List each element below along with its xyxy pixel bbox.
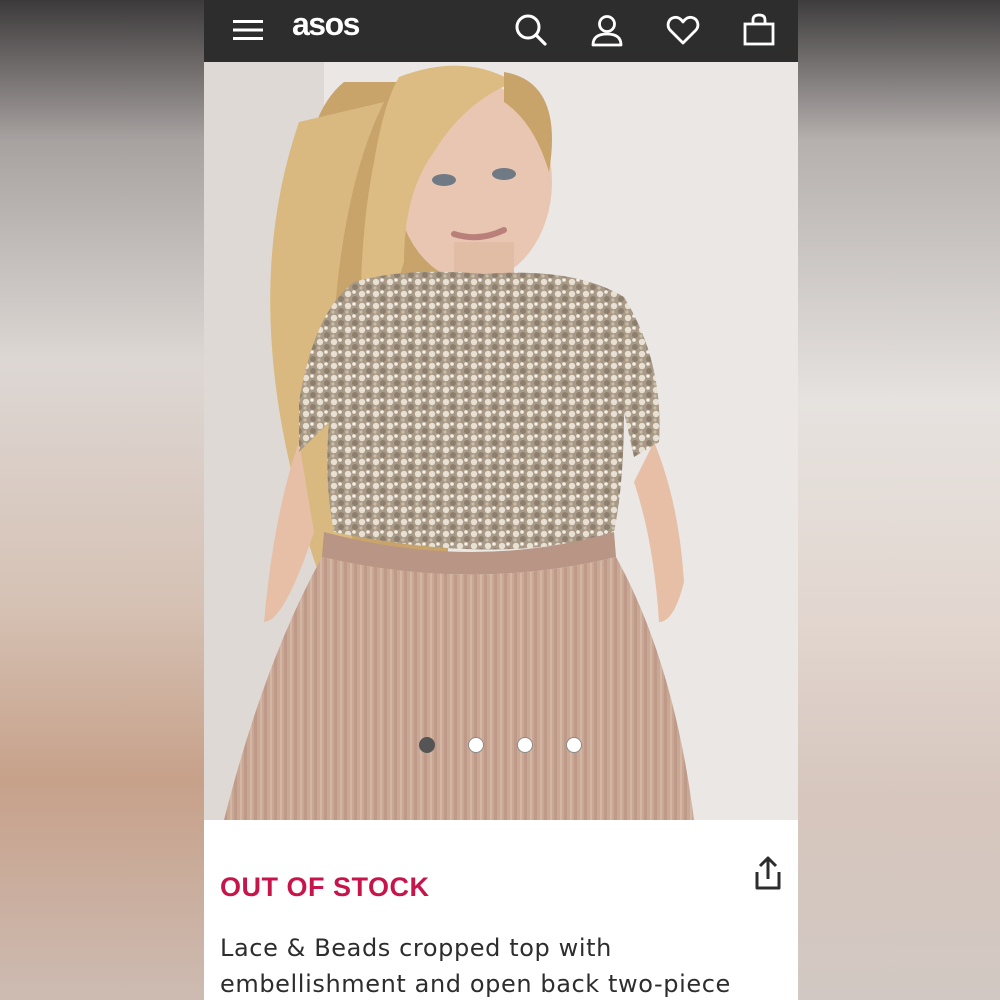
carousel-dot-3[interactable] (517, 737, 533, 753)
phone-screen: asos OUT OF STOCK Lace & Beads cropped t… (204, 0, 798, 1000)
carousel-dot-1[interactable] (419, 737, 435, 753)
account-icon[interactable] (587, 10, 627, 50)
asos-logo[interactable]: asos (292, 6, 360, 43)
carousel-dot-4[interactable] (566, 737, 582, 753)
heart-icon[interactable] (663, 10, 703, 50)
top-navigation-bar: asos (204, 0, 798, 62)
search-icon[interactable] (511, 10, 551, 50)
product-info-section: OUT OF STOCK Lace & Beads cropped top wi… (204, 820, 798, 1000)
share-icon[interactable] (750, 854, 786, 894)
blurred-background-right (798, 0, 1000, 1000)
product-title: Lace & Beads cropped top with embellishm… (220, 934, 731, 998)
product-image-carousel[interactable] (204, 62, 798, 820)
menu-icon[interactable] (228, 10, 268, 50)
blurred-background-left (0, 0, 204, 1000)
bag-icon[interactable] (739, 10, 779, 50)
carousel-pagination (204, 737, 798, 753)
product-photo (204, 62, 798, 820)
stock-status-label: OUT OF STOCK (220, 872, 430, 902)
carousel-dot-2[interactable] (468, 737, 484, 753)
